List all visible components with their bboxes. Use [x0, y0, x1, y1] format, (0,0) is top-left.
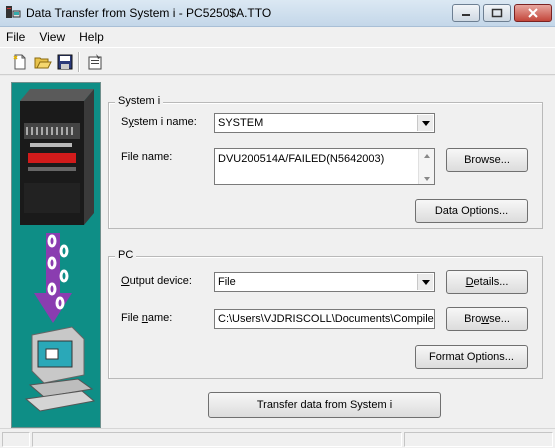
system-i-group: System i System i name: SYSTEM File name… — [108, 95, 543, 229]
new-icon[interactable] — [11, 53, 29, 71]
maximize-button[interactable] — [483, 4, 511, 22]
system-name-dropdown-button[interactable] — [417, 115, 433, 131]
output-device-value: File — [218, 276, 236, 288]
scroll-arrows-icon — [424, 154, 430, 181]
minimize-button[interactable] — [452, 4, 480, 22]
close-icon — [528, 8, 538, 18]
transfer-illustration — [11, 82, 101, 428]
app-icon — [6, 6, 21, 18]
details-button[interactable]: Details... — [446, 270, 528, 294]
pc-file-name-input[interactable]: C:\Users\VJDRISCOLL\Documents\Compile c — [214, 309, 435, 329]
maximize-icon — [491, 8, 503, 18]
status-panel-3 — [404, 432, 553, 447]
output-device-combobox[interactable]: File — [214, 272, 435, 292]
transfer-data-button[interactable]: Transfer data from System i — [208, 392, 441, 418]
status-panel-1 — [2, 432, 30, 447]
menu-view[interactable]: View — [39, 30, 65, 44]
menu-help[interactable]: Help — [79, 30, 104, 44]
output-device-label: Output device: — [121, 275, 192, 287]
minimize-icon — [462, 14, 470, 16]
pc-browse-button[interactable]: Bro w se... — [446, 307, 528, 331]
pc-file-name-label: File name: — [121, 312, 173, 324]
title-bar: Data Transfer from System i - PC5250$A.T… — [0, 0, 555, 27]
properties-icon[interactable] — [86, 53, 104, 71]
file-name-scrollbar[interactable] — [418, 149, 434, 184]
menu-file[interactable]: File — [6, 30, 25, 44]
chevron-down-icon — [421, 279, 430, 285]
system-name-value: SYSTEM — [218, 117, 264, 129]
illustration-graphic — [20, 89, 96, 412]
system-browse-button[interactable]: Browse... — [446, 148, 528, 172]
toolbar — [0, 47, 555, 75]
menu-bar: File View Help — [0, 27, 555, 47]
toolbar-separator — [78, 52, 80, 72]
output-device-dropdown-button[interactable] — [417, 274, 433, 290]
system-name-label: System i name: — [121, 116, 197, 128]
pc-group: PC Output device: File Details... File n… — [108, 249, 543, 379]
pc-file-name-value: C:\Users\VJDRISCOLL\Documents\Compile c — [218, 313, 435, 325]
data-options-button[interactable]: Data Options... — [415, 199, 528, 223]
save-icon[interactable] — [56, 53, 74, 71]
status-bar — [0, 428, 555, 448]
system-file-name-input[interactable]: DVU200514A/FAILED(N5642003) — [214, 148, 435, 185]
open-icon[interactable] — [34, 53, 52, 71]
system-i-group-title: System i — [115, 95, 164, 107]
chevron-down-icon — [421, 120, 430, 126]
system-name-combobox[interactable]: SYSTEM — [214, 113, 435, 133]
status-panel-2 — [32, 432, 402, 447]
close-button[interactable] — [514, 4, 552, 22]
pc-group-title: PC — [115, 249, 137, 261]
system-file-name-value: DVU200514A/FAILED(N5642003) — [218, 153, 385, 165]
format-options-button[interactable]: Format Options... — [415, 345, 528, 369]
client-area: System i System i name: SYSTEM File name… — [0, 76, 555, 428]
window-title: Data Transfer from System i - PC5250$A.T… — [26, 6, 272, 20]
system-file-name-label: File name: — [121, 151, 173, 163]
